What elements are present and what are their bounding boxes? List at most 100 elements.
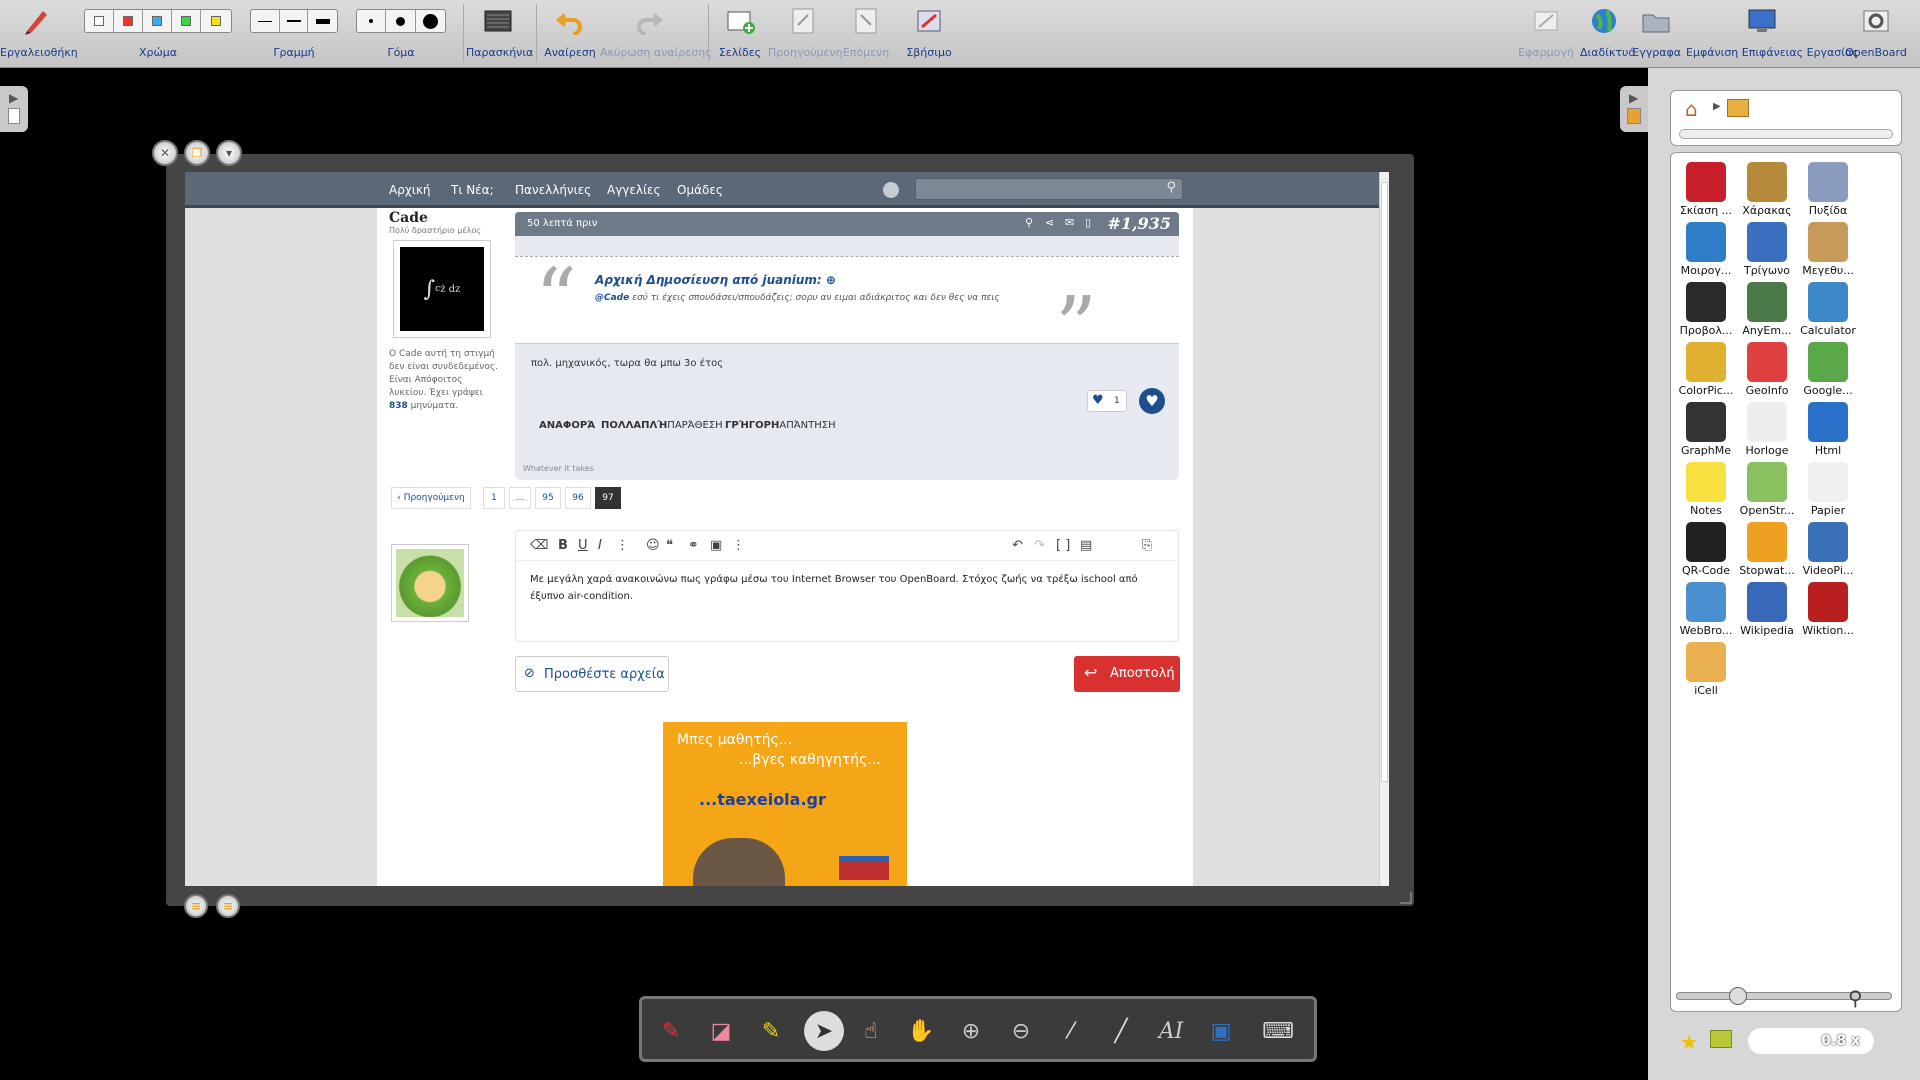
report-button[interactable]: Αναφορά bbox=[539, 420, 595, 431]
pager-ellipsis[interactable]: … bbox=[509, 487, 531, 509]
more-vertical-icon[interactable]: ⋮ bbox=[616, 538, 629, 553]
reply-avatar[interactable] bbox=[391, 544, 469, 622]
selector-tool[interactable]: ➤ bbox=[804, 1011, 844, 1051]
drafts-icon[interactable]: ▤ bbox=[1080, 538, 1092, 553]
text-tool[interactable]: AI bbox=[1154, 1013, 1188, 1049]
library-item[interactable]: Τρίγωνο bbox=[1737, 222, 1797, 277]
line-width-selector[interactable]: Γραμμή bbox=[250, 0, 338, 68]
redo-button[interactable]: Ακύρωση αναίρεσης bbox=[600, 0, 712, 68]
bold-icon[interactable]: B bbox=[558, 538, 568, 553]
undo-button[interactable]: Αναίρεση bbox=[540, 0, 600, 68]
editor-text[interactable]: Με μεγάλη χαρά ανακοινώνω πως γράφω μέσω… bbox=[530, 571, 1166, 605]
widget-menu-button[interactable]: ▾ bbox=[216, 140, 242, 166]
sun-icon[interactable] bbox=[883, 182, 899, 198]
more-vertical-icon[interactable]: ⋮ bbox=[732, 538, 745, 553]
link-icon[interactable]: ⚭ bbox=[688, 538, 699, 553]
openboard-menu-button[interactable]: OpenBoard bbox=[1840, 0, 1912, 68]
mail-icon[interactable]: ✉ bbox=[1065, 216, 1074, 229]
home-icon[interactable]: ⌂ bbox=[1685, 97, 1698, 121]
like-button[interactable]: ♥ bbox=[1139, 388, 1165, 414]
share-icon[interactable]: ⋖ bbox=[1045, 216, 1054, 229]
send-button[interactable]: ↩ Αποστολή bbox=[1074, 656, 1180, 692]
nav-classifieds[interactable]: Αγγελίες bbox=[607, 183, 661, 197]
search-icon[interactable]: ⚲ bbox=[1166, 180, 1176, 195]
zoom-in-tool[interactable]: ⊕ bbox=[954, 1013, 988, 1049]
library-item[interactable]: GraphMe bbox=[1676, 402, 1736, 457]
color-swatch[interactable] bbox=[172, 10, 201, 32]
zoom-field[interactable]: 0.8 x bbox=[1748, 1028, 1874, 1054]
hand-tool[interactable]: ✋ bbox=[904, 1013, 938, 1049]
backgrounds-button[interactable]: Παρασκήνια bbox=[466, 0, 533, 68]
library-item[interactable]: iCell bbox=[1676, 642, 1736, 697]
quick-reply-button[interactable]: ΓρήγορηΑπάντηση bbox=[725, 420, 836, 431]
search-icon[interactable]: ⚲ bbox=[1025, 216, 1033, 229]
library-item[interactable]: Notes bbox=[1676, 462, 1736, 517]
library-item[interactable]: WebBro... bbox=[1676, 582, 1736, 637]
library-item[interactable]: Html bbox=[1798, 402, 1858, 457]
right-palette-toggle[interactable]: ▶ bbox=[1620, 86, 1648, 132]
underline-icon[interactable]: U bbox=[578, 538, 588, 553]
next-page-button[interactable]: Επόμενη bbox=[838, 0, 894, 68]
color-swatch[interactable] bbox=[201, 10, 230, 32]
eraser-format-icon[interactable]: ⌫ bbox=[530, 538, 548, 553]
pager-page[interactable]: 1 bbox=[483, 487, 505, 509]
advertisement-banner[interactable]: Μπες μαθητής... ...βγες καθηγητής... ...… bbox=[663, 722, 907, 886]
library-item[interactable]: Σκίαση ... bbox=[1676, 162, 1736, 217]
web-page-view[interactable]: Αρχική Τι Νέα; Πανελλήνιες Αγγελίες Ομάδ… bbox=[185, 172, 1389, 886]
pager-page[interactable]: 95 bbox=[535, 487, 561, 509]
pager-current-page[interactable]: 97 bbox=[595, 487, 621, 509]
laser-pointer-tool[interactable]: ⁄ bbox=[1054, 1013, 1088, 1049]
site-search-input[interactable]: ⚲ bbox=[915, 178, 1183, 200]
library-item[interactable]: Wikipedia bbox=[1737, 582, 1797, 637]
poster-name[interactable]: Cade bbox=[389, 210, 428, 226]
undo-icon[interactable]: ↶ bbox=[1012, 538, 1023, 553]
eraser-large-option[interactable] bbox=[416, 10, 445, 32]
poster-avatar[interactable]: ∫ c ż dz bbox=[393, 240, 491, 338]
favorite-star-icon[interactable]: ★ bbox=[1680, 1030, 1698, 1054]
new-folder-icon[interactable] bbox=[1710, 1030, 1732, 1048]
library-item[interactable]: Stopwat... bbox=[1737, 522, 1797, 577]
apply-button[interactable]: Εφαρμογή bbox=[1512, 0, 1580, 68]
slider-handle[interactable] bbox=[1729, 987, 1747, 1005]
brackets-icon[interactable]: [ ] bbox=[1056, 538, 1070, 553]
library-item[interactable]: Μοιρογ... bbox=[1676, 222, 1736, 277]
image-icon[interactable]: ▣ bbox=[710, 538, 722, 553]
library-item[interactable]: Papier bbox=[1798, 462, 1858, 517]
color-swatch[interactable] bbox=[85, 10, 114, 32]
library-item[interactable]: AnyEm... bbox=[1737, 282, 1797, 337]
redo-icon[interactable]: ↷ bbox=[1034, 538, 1045, 553]
line-width-options[interactable] bbox=[250, 9, 338, 33]
reply-editor[interactable]: ⌫ B U I ⋮ ☺ ❝ ⚭ ▣ ⋮ ↶ ↷ [ ] ▤ ⎘ Με μεγάλ… bbox=[515, 530, 1179, 642]
attach-files-button[interactable]: ⊘ Προσθέστε αρχεία bbox=[515, 656, 669, 692]
capture-tool[interactable]: ▣ bbox=[1204, 1013, 1238, 1049]
applications-folder-icon[interactable] bbox=[1727, 99, 1749, 117]
multi-quote-button[interactable]: ΠολλαπλήΠαράθεση bbox=[601, 420, 723, 431]
highlighter-tool[interactable]: ✎ bbox=[754, 1013, 788, 1049]
library-nav-scrollbar[interactable] bbox=[1679, 129, 1893, 139]
clear-page-button[interactable]: Σβήσιμο bbox=[900, 0, 958, 68]
circle-arrow-up-icon[interactable]: ⊕ bbox=[826, 273, 836, 287]
library-item[interactable]: VideoPi... bbox=[1798, 522, 1858, 577]
library-item[interactable]: Πυξίδα bbox=[1798, 162, 1858, 217]
color-swatch[interactable] bbox=[143, 10, 172, 32]
smiley-icon[interactable]: ☺ bbox=[646, 538, 660, 553]
show-desktop-button[interactable]: Εμφάνιση Επιφάνειας Εργασίας bbox=[1686, 0, 1859, 68]
eraser-size-selector[interactable]: Γόμα bbox=[356, 0, 446, 68]
italic-icon[interactable]: I bbox=[598, 538, 602, 553]
color-selector[interactable]: Χρώμα bbox=[84, 0, 232, 68]
web-button[interactable]: Διαδίκτυο bbox=[1580, 0, 1635, 68]
pages-button[interactable]: Σελίδες bbox=[712, 0, 768, 68]
nav-home[interactable]: Αρχική bbox=[389, 183, 431, 197]
bookmark-icon[interactable]: ▯ bbox=[1085, 216, 1091, 229]
eraser-size-options[interactable] bbox=[356, 9, 446, 33]
library-item[interactable]: Μεγεθυ... bbox=[1798, 222, 1858, 277]
close-widget-button[interactable]: ✕ bbox=[152, 140, 178, 166]
library-item[interactable]: Wiktion... bbox=[1798, 582, 1858, 637]
toolbox-button[interactable]: Εργαλειοθήκη bbox=[0, 0, 78, 68]
library-item[interactable]: Calculator bbox=[1798, 282, 1858, 337]
documents-button[interactable]: Έγγραφα bbox=[1630, 0, 1682, 68]
nav-groups[interactable]: Ομάδες bbox=[677, 183, 723, 197]
scrollbar-thumb[interactable] bbox=[1381, 182, 1388, 782]
library-item[interactable]: Horloge bbox=[1737, 402, 1797, 457]
virtual-keyboard-tool[interactable]: ⌨ bbox=[1256, 1013, 1300, 1049]
